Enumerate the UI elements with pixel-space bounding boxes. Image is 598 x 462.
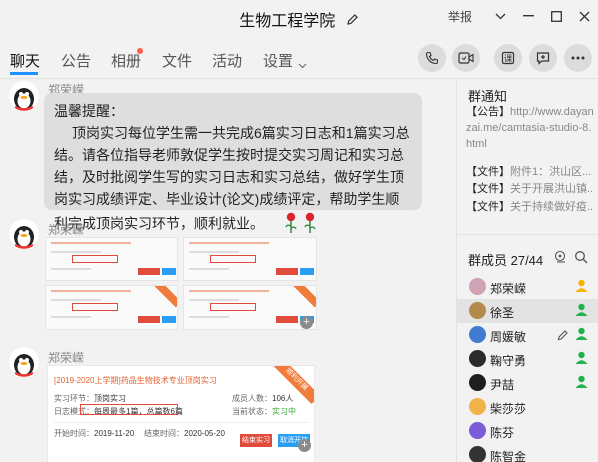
zoom-plus-icon[interactable]: + <box>298 439 311 452</box>
message-bubble[interactable]: 温馨提醒： 顶岗实习每位学生需一共完成6篇实习日志和1篇实习总结。请各位指导老师… <box>44 93 422 233</box>
svg-text:课: 课 <box>504 54 513 65</box>
message-heading: 温馨提醒： <box>54 103 124 119</box>
card-highlight-box <box>80 404 178 415</box>
avatar[interactable] <box>9 347 39 377</box>
maximize-icon[interactable] <box>542 2 570 30</box>
member-item[interactable]: 柴莎莎 <box>457 395 598 419</box>
search-icon[interactable] <box>574 250 588 264</box>
tab-album[interactable]: 相册 <box>111 50 141 71</box>
close-icon[interactable] <box>570 2 598 30</box>
owner-badge-icon <box>574 278 589 298</box>
avatar <box>469 374 486 391</box>
group-title: 生物工程学院 <box>239 13 336 30</box>
avatar[interactable] <box>9 219 39 249</box>
chevron-down-icon[interactable] <box>486 2 514 30</box>
video-call-icon[interactable] <box>452 44 480 72</box>
admin-badge-icon <box>574 350 589 370</box>
tab-files[interactable]: 文件 <box>162 50 192 71</box>
rose-emoji-icon <box>264 210 320 240</box>
file-notice-item[interactable]: 【文件】关于开展洪山镇... <box>466 181 594 197</box>
tab-activities[interactable]: 活动 <box>212 50 242 71</box>
card-end-row: 结束时间：2020-05-20 <box>144 429 225 438</box>
admin-badge-icon <box>574 326 589 346</box>
members-heading: 群成员 27/44 <box>468 253 544 268</box>
card-members-row: 成员人数：106人 <box>232 394 294 403</box>
avatar <box>469 398 486 415</box>
member-item[interactable]: 周媛敏 <box>457 323 598 347</box>
edit-title-icon[interactable] <box>346 13 359 31</box>
card-start-row: 开始时间：2019-11-20 <box>54 429 135 438</box>
report-button[interactable]: 举报 <box>448 8 472 25</box>
sender-name: 郑荣嵘 <box>48 223 85 237</box>
avatar <box>469 446 486 462</box>
announcement-item[interactable]: 【公告】http://www.dayanzai.me/camtasia-stud… <box>466 104 594 152</box>
admin-badge-icon <box>574 374 589 394</box>
member-item[interactable]: 陈智金 <box>457 443 598 462</box>
image-thumbnail[interactable] <box>45 285 178 330</box>
avatar <box>469 278 486 295</box>
phone-icon[interactable] <box>418 44 446 72</box>
avatar[interactable] <box>9 81 39 111</box>
avatar <box>469 350 486 367</box>
avatar <box>469 422 486 439</box>
minimize-icon[interactable] <box>514 2 542 30</box>
member-item[interactable]: 徐圣 <box>457 299 598 323</box>
group-side-panel: 群通知 【公告】http://www.dayanzai.me/camtasia-… <box>456 79 598 462</box>
internship-card-image[interactable]: [2019-2020上学期]药品生物技术专业顶岗实习 顺利开展 实习环节：顶岗实… <box>47 365 315 462</box>
image-thumbnail[interactable] <box>45 237 178 281</box>
avatar <box>469 302 486 319</box>
title-bar: 生物工程学院 举报 <box>0 0 598 36</box>
zoom-plus-icon[interactable]: + <box>300 316 313 329</box>
card-status-row: 当前状态：实习中 <box>232 407 296 416</box>
image-thumbnail[interactable] <box>183 285 317 330</box>
chat-panel: 郑荣嵘 温馨提醒： 顶岗实习每位学生需一共完成6篇实习日志和1篇实习总结。请各位… <box>0 79 456 462</box>
image-thumbnail[interactable] <box>183 237 317 281</box>
member-item[interactable]: 陈芬 <box>457 419 598 443</box>
settings-chevron-icon[interactable] <box>298 56 307 74</box>
message-body: 顶岗实习每位学生需一共完成6篇实习日志和1篇实习总结。请各位指导老师敦促学生按时… <box>54 122 412 240</box>
tab-settings[interactable]: 设置 <box>263 50 293 71</box>
member-item[interactable]: 尹喆 <box>457 371 598 395</box>
file-notice-item[interactable]: 【文件】附件1：洪山区... <box>466 164 594 180</box>
end-internship-button: 结束实习 <box>240 434 272 447</box>
member-settings-icon[interactable] <box>554 250 568 264</box>
edit-icon[interactable] <box>557 328 569 346</box>
member-item[interactable]: 郑荣嵘 <box>457 275 598 299</box>
group-notice-heading: 群通知 <box>468 89 508 104</box>
card-link-row: 实习环节：顶岗实习 <box>54 394 126 403</box>
member-item[interactable]: 鞠守勇 <box>457 347 598 371</box>
add-message-icon[interactable] <box>529 44 557 72</box>
file-notice-item[interactable]: 【文件】关于持续做好疫... <box>466 199 594 215</box>
more-icon[interactable] <box>564 44 592 72</box>
tab-announcements[interactable]: 公告 <box>61 50 91 71</box>
admin-badge-icon <box>574 302 589 322</box>
window-controls: 举报 <box>448 0 598 32</box>
class-icon[interactable]: 课 <box>494 44 522 72</box>
tab-chat[interactable]: 聊天 <box>10 50 40 71</box>
panel-divider <box>457 234 598 235</box>
avatar <box>469 326 486 343</box>
album-notification-dot <box>137 48 143 54</box>
sender-name: 郑荣嵘 <box>48 351 85 365</box>
card-title: [2019-2020上学期]药品生物技术专业顶岗实习 <box>54 376 217 385</box>
active-tab-indicator <box>10 72 38 75</box>
